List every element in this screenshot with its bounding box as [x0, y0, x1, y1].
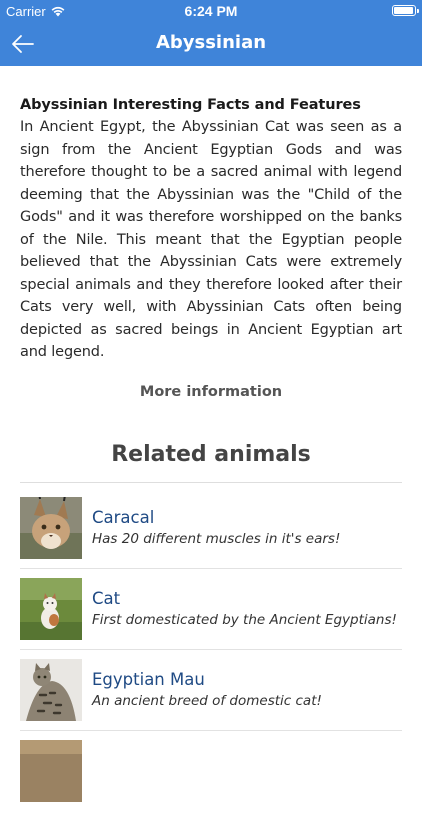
article-heading: Abyssinian Interesting Facts and Feature…: [20, 97, 361, 113]
caracal-thumbnail: [20, 497, 82, 559]
divider: [20, 482, 402, 483]
related-animals-list: Caracal Has 20 different muscles in it's…: [20, 491, 402, 815]
battery-icon: [392, 5, 419, 16]
arrow-left-icon: [12, 35, 34, 53]
animal-description: An ancient breed of domestic cat!: [92, 693, 322, 709]
back-button[interactable]: [10, 32, 36, 56]
animal-name: Cat: [92, 589, 121, 608]
animal-description: Has 20 different muscles in it's ears!: [92, 531, 341, 547]
animal-name: Caracal: [92, 508, 155, 527]
more-information-button[interactable]: More information: [0, 384, 422, 400]
animal-description: First domesticated by the Ancient Egypti…: [92, 612, 397, 628]
article: Abyssinian Interesting Facts and Feature…: [20, 94, 402, 364]
related-animals-title: Related animals: [111, 442, 311, 467]
status-bar: Carrier 6:24 PM: [0, 0, 422, 22]
divider: [20, 730, 402, 731]
divider: [20, 649, 402, 650]
list-item-partial[interactable]: [20, 734, 402, 815]
animal-name: Egyptian Mau: [92, 670, 205, 689]
list-item-caracal[interactable]: Caracal Has 20 different muscles in it's…: [20, 491, 402, 572]
page-title: Abyssinian: [155, 32, 267, 53]
cat-thumbnail: [20, 578, 82, 640]
article-body: In Ancient Egypt, the Abyssinian Cat was…: [20, 119, 402, 360]
nav-bar: Abyssinian: [0, 22, 422, 66]
animal-thumbnail: [20, 740, 82, 802]
list-item-egyptian-mau[interactable]: Egyptian Mau An ancient breed of domesti…: [20, 653, 402, 734]
status-time: 6:24 PM: [184, 3, 238, 19]
list-item-cat[interactable]: Cat First domesticated by the Ancient Eg…: [20, 572, 402, 653]
divider: [20, 568, 402, 569]
egyptian-mau-thumbnail: [20, 659, 82, 721]
